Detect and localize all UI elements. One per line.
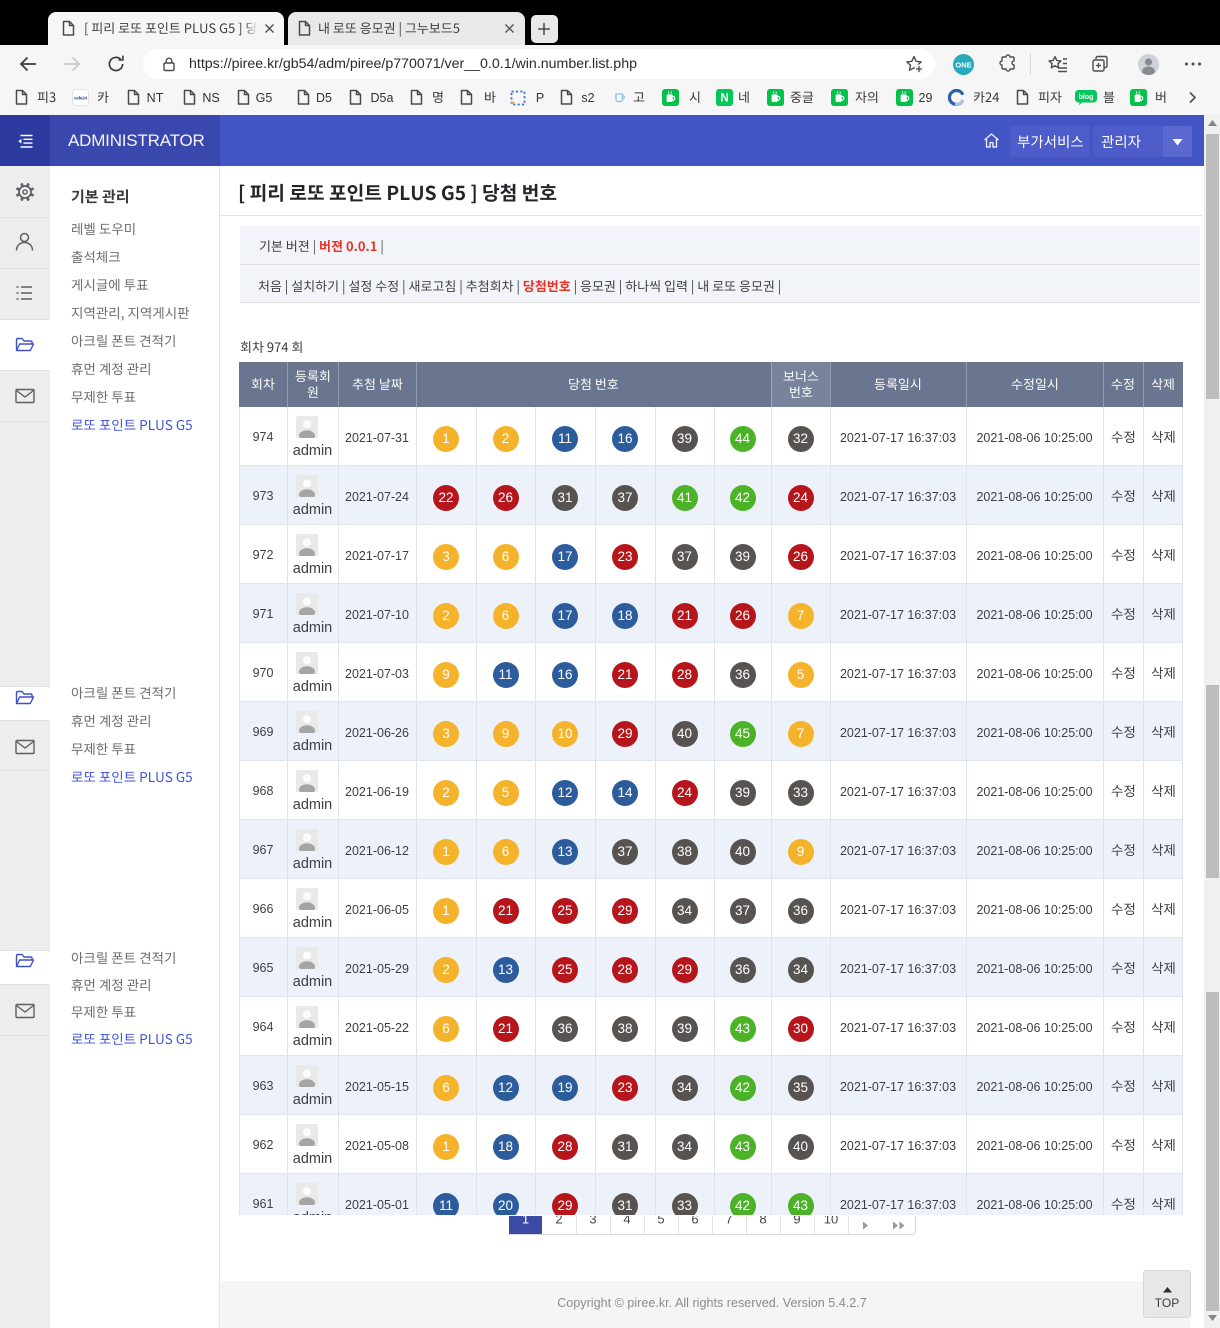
svg-text:blog: blog [1079,94,1094,101]
svg-text:ONE: ONE [955,60,971,69]
svg-text:cafe24: cafe24 [74,96,88,101]
svg-text:N: N [720,93,728,105]
